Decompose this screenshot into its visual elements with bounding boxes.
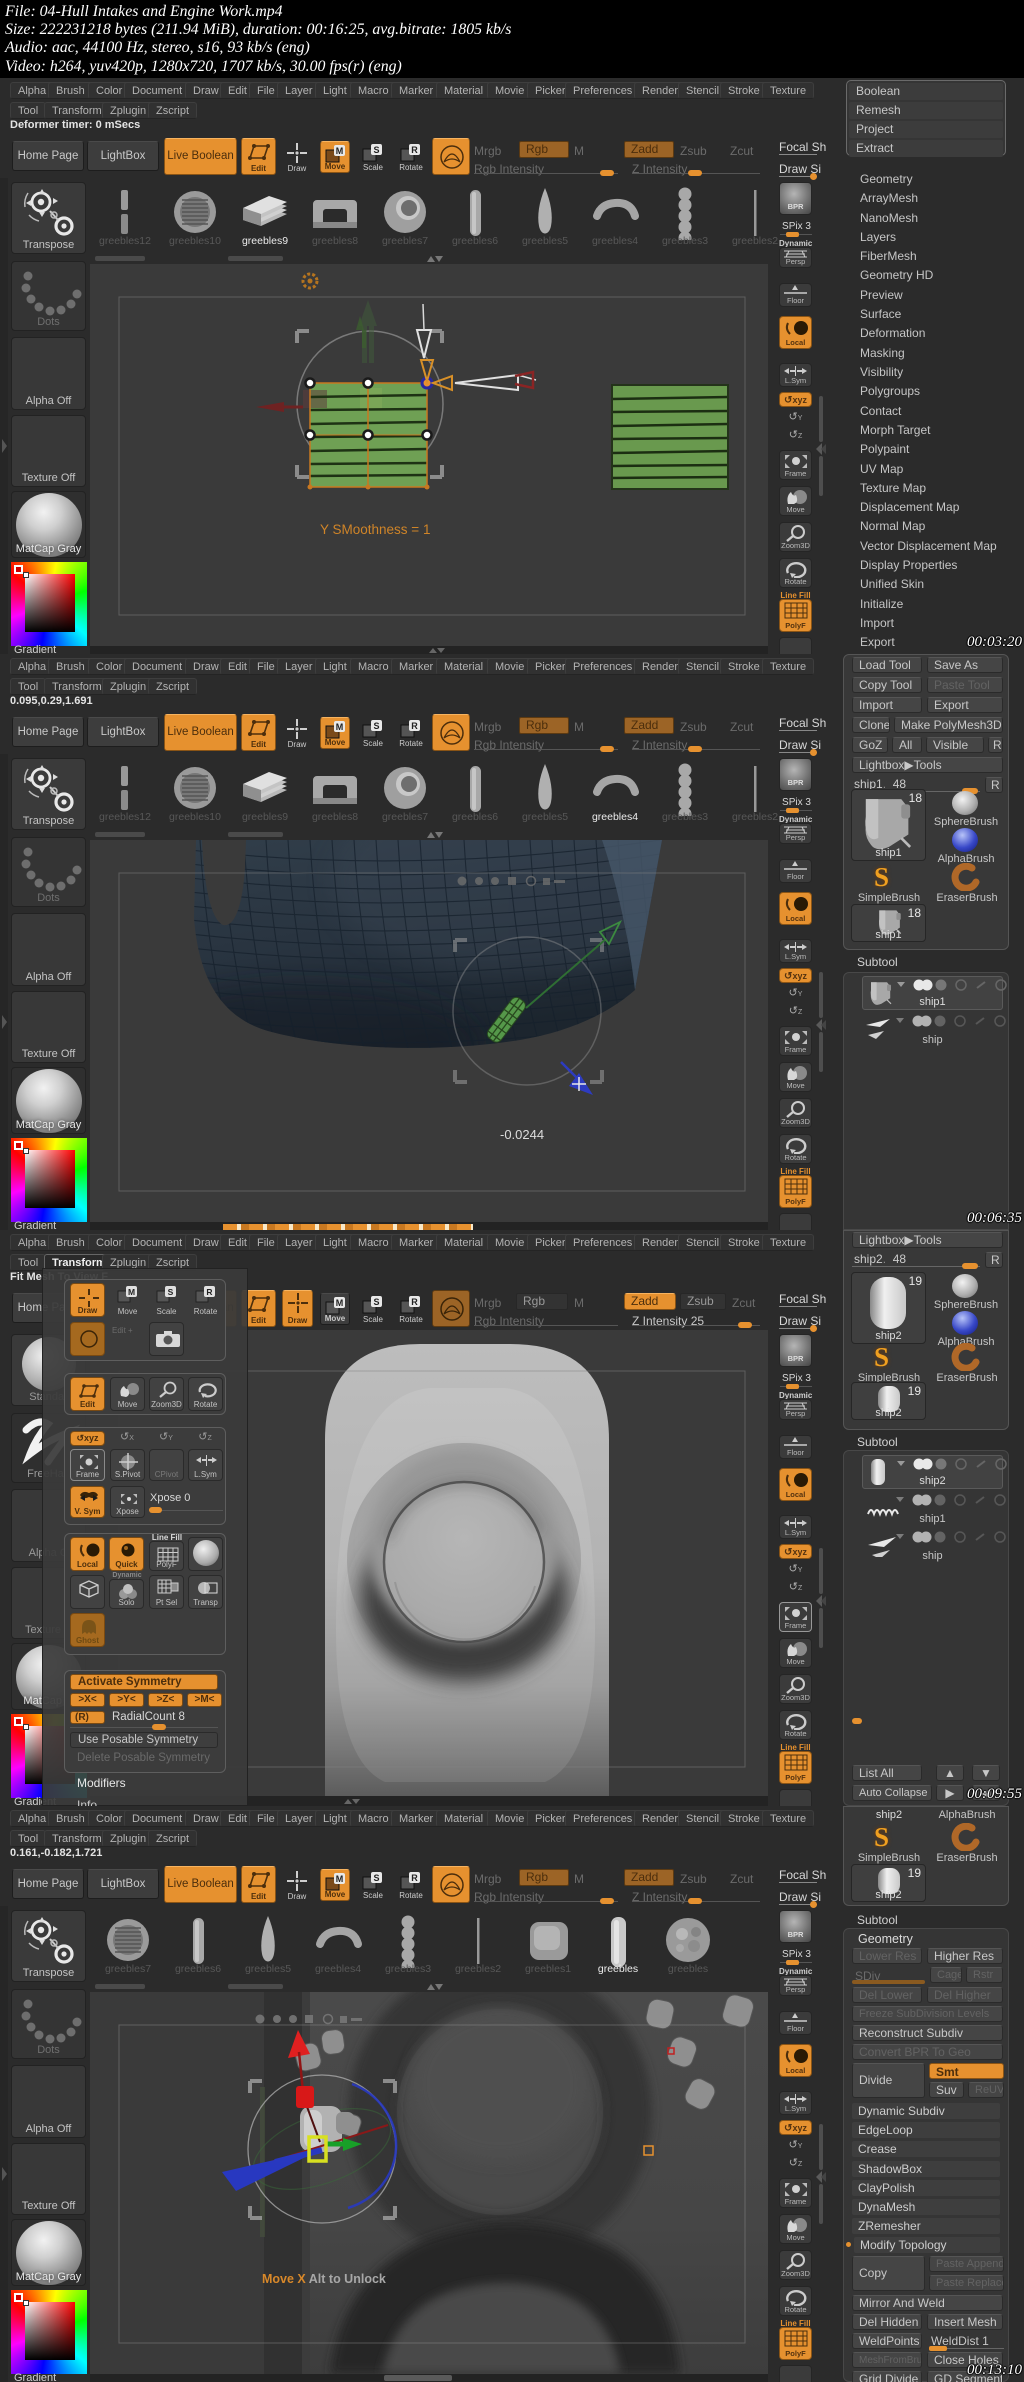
svg-text:S: S — [168, 1287, 174, 1297]
svg-text:S: S — [373, 721, 379, 731]
svg-text:R: R — [411, 145, 418, 155]
svg-text:M: M — [336, 1298, 344, 1308]
svg-text:M: M — [336, 146, 344, 156]
svg-text:R: R — [206, 1287, 212, 1297]
svg-text:S: S — [373, 1873, 379, 1883]
svg-text:S: S — [373, 1297, 379, 1307]
svg-text:-0.0244: -0.0244 — [500, 1127, 544, 1142]
svg-text:M: M — [336, 1874, 344, 1884]
svg-text:Move X Alt to Unlock: Move X Alt to Unlock — [262, 2272, 386, 2286]
svg-text:S: S — [373, 145, 379, 155]
svg-text:R: R — [411, 1873, 418, 1883]
svg-text:M: M — [336, 722, 344, 732]
svg-text:M: M — [128, 1287, 135, 1297]
svg-text:R: R — [411, 721, 418, 731]
svg-text:Y SMoothness = 1: Y SMoothness = 1 — [320, 522, 430, 537]
svg-text:R: R — [411, 1297, 418, 1307]
